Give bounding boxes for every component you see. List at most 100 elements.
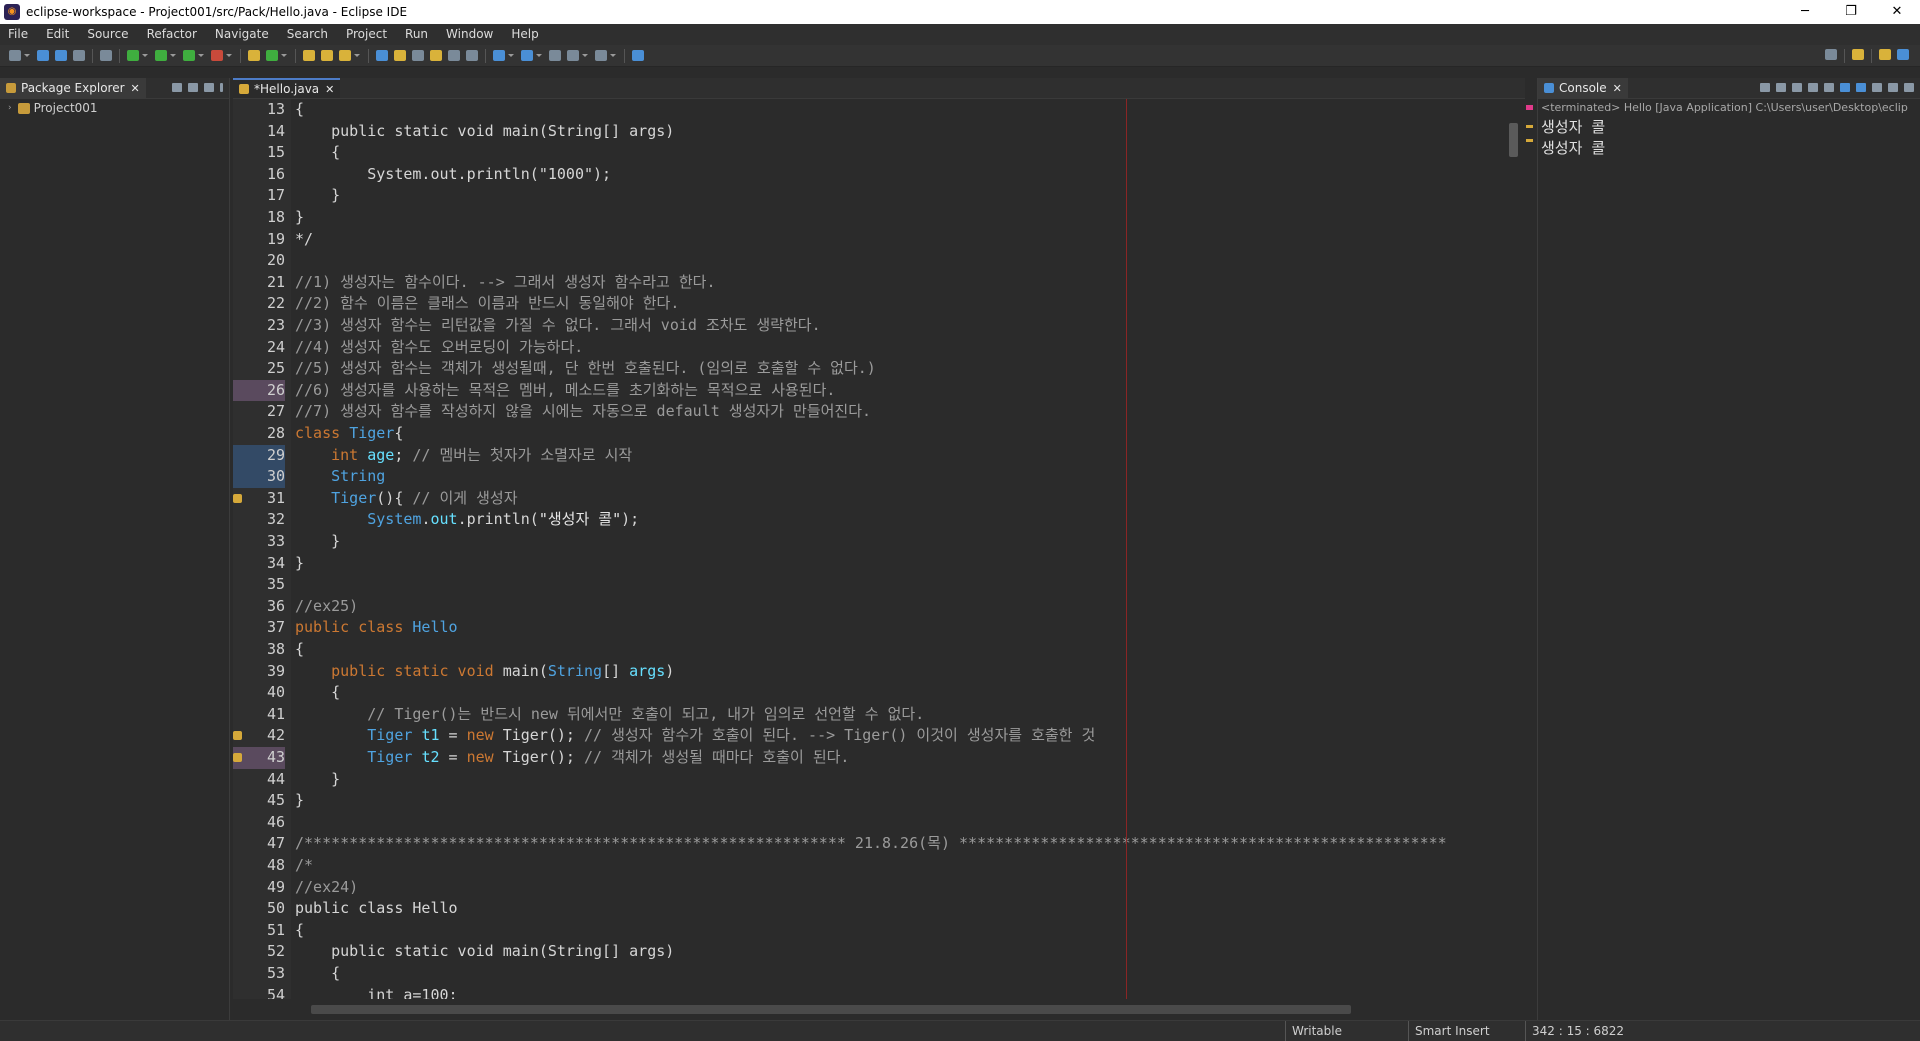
- external-tools-dropdown-icon[interactable]: [226, 54, 232, 57]
- code-line[interactable]: 15 {: [233, 142, 1505, 164]
- overview-ruler[interactable]: [1525, 99, 1535, 999]
- tab-package-explorer[interactable]: Package Explorer ✕: [0, 78, 146, 98]
- code-area[interactable]: 13{14 public static void main(String[] a…: [233, 99, 1505, 999]
- code-line[interactable]: 53 {: [233, 963, 1505, 985]
- code-line[interactable]: 22 //2) 함수 이름은 클래스 이름과 반드시 동일해야 한다.: [233, 293, 1505, 315]
- debug-icon[interactable]: [127, 50, 139, 61]
- close-icon[interactable]: ✕: [131, 82, 140, 95]
- code-line[interactable]: 24 //4) 생성자 함수도 오버로딩이 가능하다.: [233, 337, 1505, 359]
- pin-console-icon[interactable]: [1872, 83, 1882, 92]
- menu-refactor[interactable]: Refactor: [139, 24, 207, 45]
- code-line[interactable]: 29 int age; // 멤버는 첫자가 소멸자로 시작: [233, 444, 1505, 467]
- minimize-view-icon[interactable]: [204, 83, 214, 92]
- save-all-icon[interactable]: [55, 50, 67, 61]
- code-line[interactable]: 52 public static void main(String[] args…: [233, 941, 1505, 963]
- open-console-icon[interactable]: [1904, 83, 1914, 92]
- pin-editor-icon[interactable]: [448, 50, 460, 61]
- code-line[interactable]: 31 Tiger(){ // 이게 생성자: [233, 488, 1505, 510]
- menu-project[interactable]: Project: [338, 24, 397, 45]
- code-line[interactable]: 19 */: [233, 229, 1505, 251]
- code-line[interactable]: 49 //ex24): [233, 877, 1505, 899]
- status-insert-mode[interactable]: Smart Insert: [1408, 1021, 1525, 1041]
- code-line[interactable]: 34}: [233, 553, 1505, 575]
- code-line[interactable]: 16 System.out.println("1000");: [233, 164, 1505, 186]
- code-line[interactable]: 54 int a=100;: [233, 985, 1505, 999]
- search-dropdown-icon[interactable]: [354, 54, 360, 57]
- toggle-mark-occurrences-icon[interactable]: [376, 50, 388, 61]
- warning-annotation-icon[interactable]: [233, 493, 242, 503]
- code-line[interactable]: 47 /*************************************…: [233, 833, 1505, 855]
- console-horizontal-scrollbar[interactable]: [1540, 988, 1916, 1002]
- code-line[interactable]: 18}: [233, 207, 1505, 229]
- remove-all-terminated-icon[interactable]: [1792, 83, 1802, 92]
- coverage-icon[interactable]: [183, 50, 195, 61]
- new-package-icon[interactable]: [266, 50, 278, 61]
- warning-marker[interactable]: [1526, 125, 1533, 128]
- forward-dropdown-icon[interactable]: [610, 54, 616, 57]
- perspective-open-icon[interactable]: [632, 50, 644, 61]
- open-task-icon[interactable]: [321, 50, 333, 61]
- java-ee-perspective-icon[interactable]: [1879, 49, 1891, 60]
- status-cursor-position[interactable]: 342 : 15 : 6822: [1525, 1021, 1642, 1041]
- menu-navigate[interactable]: Navigate: [207, 24, 279, 45]
- code-line[interactable]: 35: [233, 574, 1505, 596]
- breadcrumb-icon[interactable]: [466, 50, 478, 61]
- display-console-icon[interactable]: [1888, 83, 1898, 92]
- scrollbar-thumb[interactable]: [311, 1005, 1351, 1014]
- last-edit-location-icon[interactable]: [549, 50, 561, 61]
- new-icon[interactable]: [9, 50, 21, 61]
- warning-annotation-icon[interactable]: [233, 731, 242, 741]
- java-perspective-icon[interactable]: [1897, 49, 1909, 60]
- tab-console[interactable]: Console ✕: [1538, 78, 1628, 98]
- code-line[interactable]: 43 Tiger t2 = new Tiger(); // 객체가 생성될 때마…: [233, 747, 1505, 769]
- menu-search[interactable]: Search: [279, 24, 338, 45]
- code-line[interactable]: 36 //ex25): [233, 596, 1505, 618]
- code-line[interactable]: 42 Tiger t1 = new Tiger(); // 생성자 함수가 호출…: [233, 725, 1505, 747]
- code-line[interactable]: 28 class Tiger{: [233, 423, 1505, 445]
- code-line[interactable]: 23 //3) 생성자 함수는 리턴값을 가질 수 없다. 그래서 void 조차…: [233, 315, 1505, 337]
- scroll-lock-icon[interactable]: [1808, 83, 1818, 92]
- code-line[interactable]: 26 //6) 생성자를 사용하는 목적은 멤버, 메소드를 초기화하는 목적으로…: [233, 379, 1505, 402]
- editor-horizontal-scrollbar[interactable]: [295, 1002, 1503, 1016]
- code-line[interactable]: 45}: [233, 790, 1505, 812]
- show-on-error-icon[interactable]: [1856, 83, 1866, 92]
- error-marker[interactable]: [1526, 105, 1533, 110]
- menu-file[interactable]: File: [0, 24, 38, 45]
- close-icon[interactable]: ✕: [325, 83, 334, 96]
- code-line[interactable]: 50 public class Hello: [233, 898, 1505, 920]
- search-toolbar-icon[interactable]: [339, 50, 351, 61]
- tree-item-project001[interactable]: › Project001: [0, 99, 229, 117]
- open-perspective-icon[interactable]: [1852, 49, 1864, 60]
- code-line[interactable]: 17 }: [233, 185, 1505, 207]
- code-line[interactable]: 14 public static void main(String[] args…: [233, 121, 1505, 143]
- run-dropdown-icon[interactable]: [170, 54, 176, 57]
- run-icon[interactable]: [155, 50, 167, 61]
- warning-marker[interactable]: [1526, 139, 1533, 142]
- code-line[interactable]: 20: [233, 250, 1505, 272]
- show-whitespace-icon[interactable]: [430, 50, 442, 61]
- code-line[interactable]: 44 }: [233, 769, 1505, 791]
- code-line[interactable]: 25 //5) 생성자 함수는 객체가 생성될때, 단 한번 호출된다. (임의로…: [233, 358, 1505, 380]
- open-type-icon[interactable]: [303, 50, 315, 61]
- terminal-icon[interactable]: [73, 50, 85, 61]
- next-annotation-icon[interactable]: [493, 50, 505, 61]
- code-line[interactable]: 21 //1) 생성자는 함수이다. --> 그래서 생성자 함수라고 한다.: [233, 272, 1505, 294]
- coverage-dropdown-icon[interactable]: [198, 54, 204, 57]
- word-wrap-icon[interactable]: [1824, 83, 1834, 92]
- search-icon[interactable]: [1825, 49, 1837, 60]
- code-line[interactable]: 30 String: [233, 466, 1505, 488]
- tab-hello-java[interactable]: *Hello.java ✕: [233, 78, 341, 98]
- expand-arrow-icon[interactable]: ›: [8, 99, 12, 117]
- forward-arrow-icon[interactable]: [595, 50, 607, 61]
- back-arrow-icon[interactable]: [567, 50, 579, 61]
- previous-annotation-dropdown-icon[interactable]: [536, 54, 542, 57]
- restore-button[interactable]: ❐: [1828, 0, 1874, 24]
- code-line[interactable]: 13 {: [233, 99, 1505, 121]
- code-line[interactable]: 40 {: [233, 682, 1505, 704]
- code-line[interactable]: 51 {: [233, 920, 1505, 942]
- code-line[interactable]: 41 // Tiger()는 반드시 new 뒤에서만 호출이 되고, 내가 임…: [233, 704, 1505, 726]
- menu-edit[interactable]: Edit: [38, 24, 79, 45]
- back-dropdown-icon[interactable]: [582, 54, 588, 57]
- new-java-project-icon[interactable]: [248, 50, 260, 61]
- debug-dropdown-icon[interactable]: [142, 54, 148, 57]
